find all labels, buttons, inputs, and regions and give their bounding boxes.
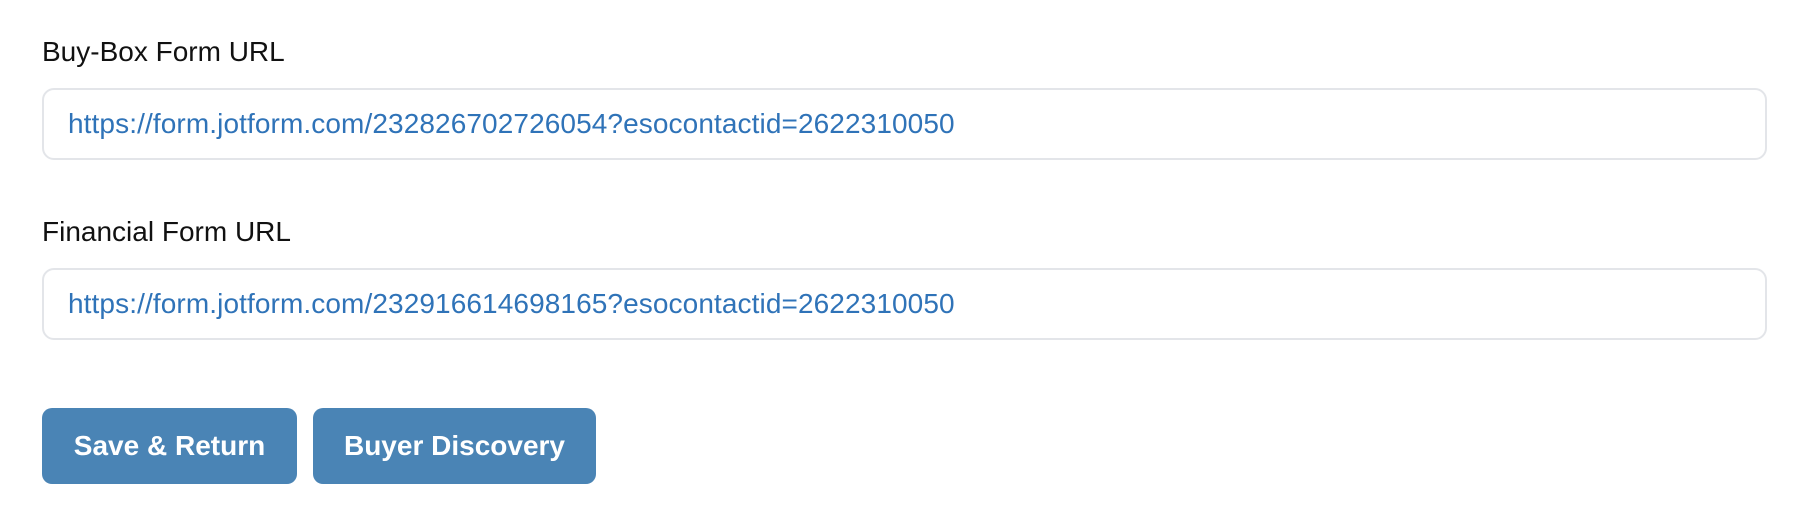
save-and-return-button[interactable]: Save & Return xyxy=(42,408,297,484)
form-url-settings: Buy-Box Form URL https://form.jotform.co… xyxy=(0,0,1810,524)
financial-form-url-link[interactable]: https://form.jotform.com/232916614698165… xyxy=(68,288,955,320)
financial-form-url-field[interactable]: https://form.jotform.com/232916614698165… xyxy=(42,268,1767,340)
buyer-discovery-button[interactable]: Buyer Discovery xyxy=(313,408,596,484)
buy-box-form-url-field[interactable]: https://form.jotform.com/232826702726054… xyxy=(42,88,1767,160)
buy-box-form-url-link[interactable]: https://form.jotform.com/232826702726054… xyxy=(68,108,955,140)
buy-box-form-url-label: Buy-Box Form URL xyxy=(42,36,285,67)
financial-form-url-label: Financial Form URL xyxy=(42,216,291,247)
